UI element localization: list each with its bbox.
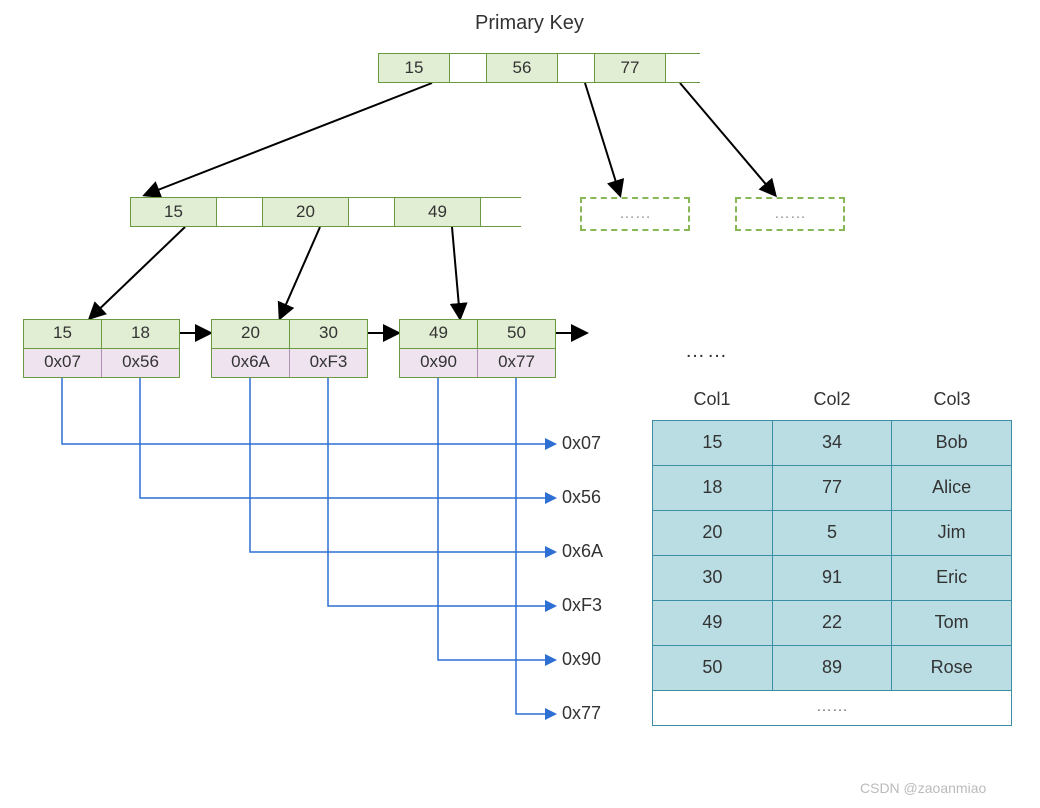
table-row: 20 5 Jim xyxy=(653,510,1011,555)
root-key: 56 xyxy=(487,54,558,82)
cell: 15 xyxy=(653,421,773,465)
cell: 77 xyxy=(773,466,893,510)
root-pointer-gap xyxy=(450,54,487,82)
table-tail: …… xyxy=(653,690,1011,725)
internal-pointer-gap xyxy=(217,198,263,226)
table-row: 30 91 Eric xyxy=(653,555,1011,600)
diagram-canvas: { "title": "Primary Key", "root": { "key… xyxy=(0,0,1040,808)
leaf-pointer: 0x6A xyxy=(212,349,290,377)
cell: Tom xyxy=(892,601,1011,645)
leaf-key: 20 xyxy=(212,320,290,348)
cell: Jim xyxy=(892,511,1011,555)
leaf-key: 30 xyxy=(290,320,367,348)
cell: 22 xyxy=(773,601,893,645)
internal-key: 49 xyxy=(395,198,481,226)
leaf-pointer: 0x56 xyxy=(102,349,179,377)
pointer-address: 0x56 xyxy=(562,487,601,508)
cell: 49 xyxy=(653,601,773,645)
leaf-node: 15 18 0x07 0x56 xyxy=(23,319,180,378)
pointer-address: 0x07 xyxy=(562,433,601,454)
watermark: CSDN @zaoanmiao xyxy=(860,780,986,796)
root-key: 77 xyxy=(595,54,666,82)
table-row: 18 77 Alice xyxy=(653,465,1011,510)
cell: 50 xyxy=(653,646,773,690)
cell: 34 xyxy=(773,421,893,465)
diagram-title: Primary Key xyxy=(475,12,584,35)
root-pointer-gap xyxy=(666,54,702,82)
root-node: 15 56 77 xyxy=(378,53,700,83)
root-key: 15 xyxy=(379,54,450,82)
cell: Eric xyxy=(892,556,1011,600)
cell: 91 xyxy=(773,556,893,600)
cell: 30 xyxy=(653,556,773,600)
cell: Bob xyxy=(892,421,1011,465)
column-header: Col1 xyxy=(652,389,772,410)
placeholder-node: …… xyxy=(580,197,690,231)
root-pointer-gap xyxy=(558,54,595,82)
cell: 20 xyxy=(653,511,773,555)
leaf-pointer: 0x77 xyxy=(478,349,555,377)
pointer-address: 0x6A xyxy=(562,541,603,562)
leaf-key: 49 xyxy=(400,320,478,348)
pointer-address: 0xF3 xyxy=(562,595,602,616)
internal-key: 20 xyxy=(263,198,349,226)
table-header-row: Col1 Col2 Col3 xyxy=(652,389,1012,410)
leaf-node: 49 50 0x90 0x77 xyxy=(399,319,556,378)
leaf-key: 18 xyxy=(102,320,179,348)
table-row: 49 22 Tom xyxy=(653,600,1011,645)
pointer-address: 0x90 xyxy=(562,649,601,670)
cell: 18 xyxy=(653,466,773,510)
leaf-pointer: 0x90 xyxy=(400,349,478,377)
leaf-pointer: 0x07 xyxy=(24,349,102,377)
data-table: 15 34 Bob 18 77 Alice 20 5 Jim 30 91 Eri… xyxy=(652,420,1012,726)
internal-key: 15 xyxy=(131,198,217,226)
internal-pointer-gap xyxy=(349,198,395,226)
cell: 5 xyxy=(773,511,893,555)
column-header: Col2 xyxy=(772,389,892,410)
column-header: Col3 xyxy=(892,389,1012,410)
leaf-key: 50 xyxy=(478,320,555,348)
table-row: 50 89 Rose xyxy=(653,645,1011,690)
ellipsis: …… xyxy=(685,340,729,363)
leaf-pointer: 0xF3 xyxy=(290,349,367,377)
pointer-address: 0x77 xyxy=(562,703,601,724)
leaf-key: 15 xyxy=(24,320,102,348)
cell: Alice xyxy=(892,466,1011,510)
leaf-node: 20 30 0x6A 0xF3 xyxy=(211,319,368,378)
cell: 89 xyxy=(773,646,893,690)
internal-node: 15 20 49 xyxy=(130,197,521,227)
internal-pointer-gap xyxy=(481,198,526,226)
table-row: 15 34 Bob xyxy=(653,421,1011,465)
cell: Rose xyxy=(892,646,1011,690)
placeholder-node: …… xyxy=(735,197,845,231)
